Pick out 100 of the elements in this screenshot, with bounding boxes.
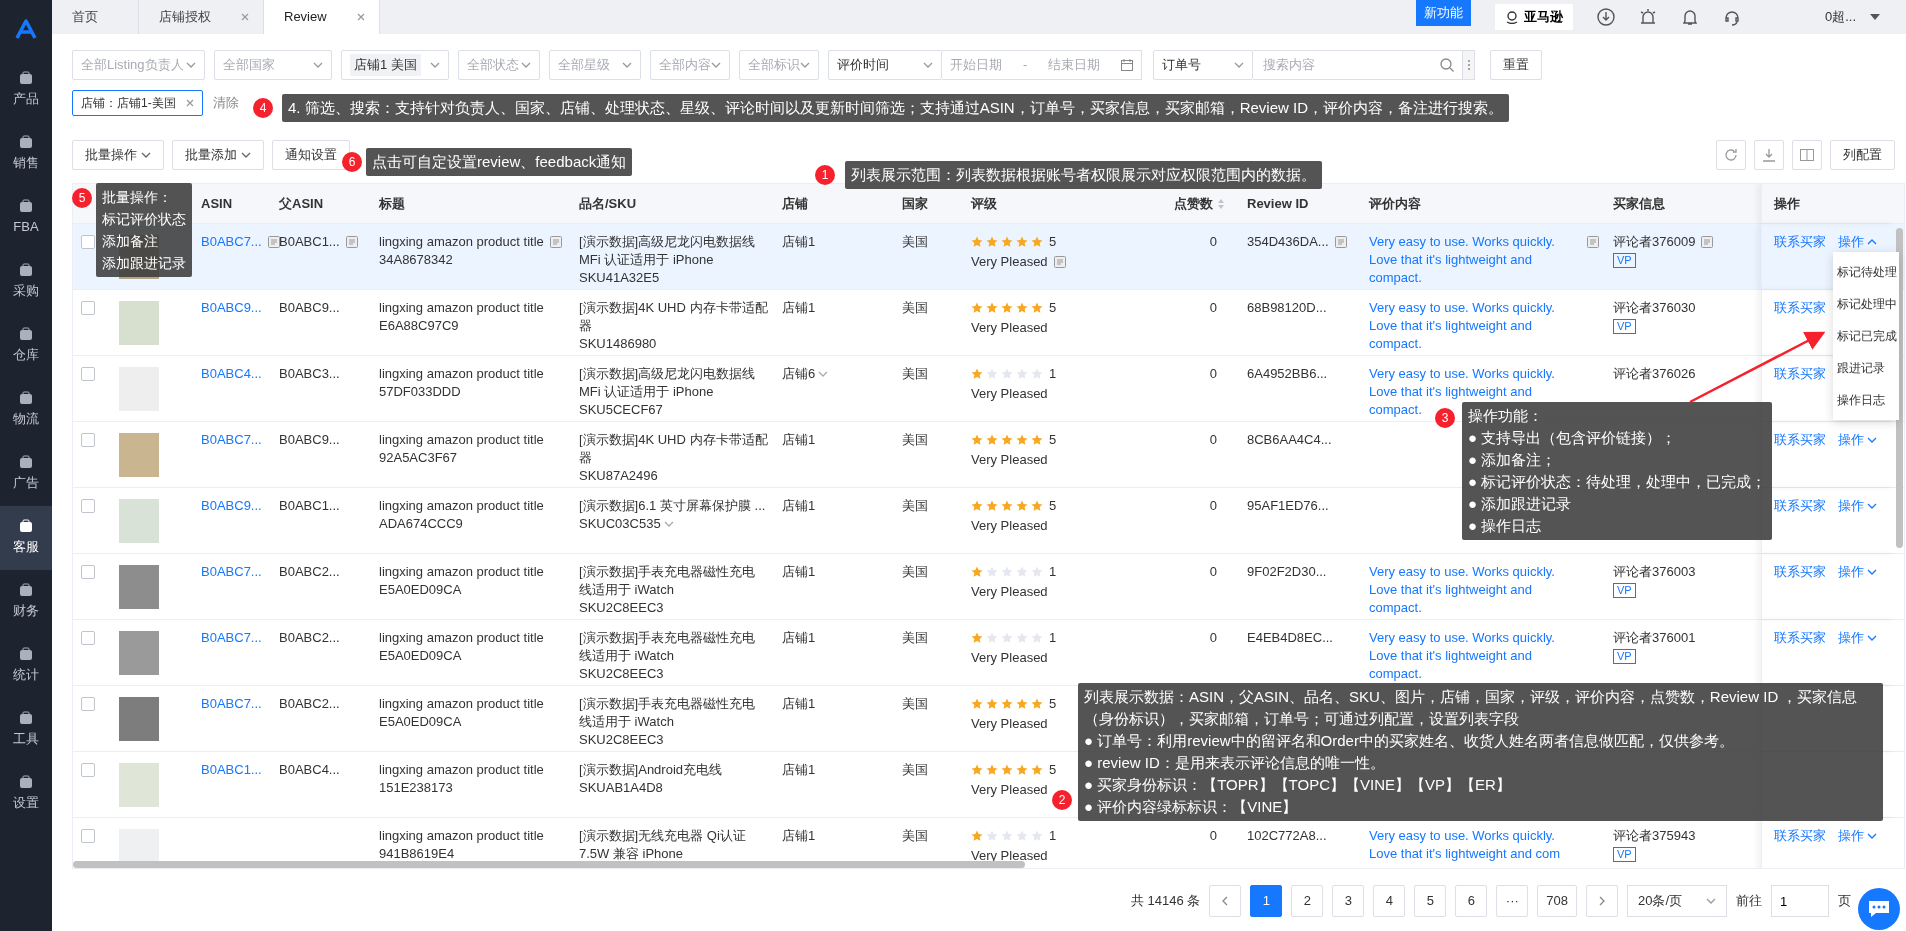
caret-icon[interactable] bbox=[1870, 14, 1880, 20]
book-button[interactable] bbox=[1792, 140, 1822, 170]
row-checkbox[interactable] bbox=[81, 763, 95, 777]
filter-select[interactable]: 全部状态 bbox=[458, 50, 540, 80]
search-field[interactable]: 搜索内容 bbox=[1253, 50, 1463, 80]
sidebar-item[interactable]: 财务 bbox=[0, 570, 52, 634]
contact-buyer-link[interactable]: 联系买家 bbox=[1774, 629, 1826, 647]
sidebar-item[interactable]: FBA bbox=[0, 186, 52, 250]
asin-link[interactable]: B0ABC7... bbox=[201, 233, 262, 251]
sidebar-item[interactable]: 工具 bbox=[0, 698, 52, 762]
asin-link[interactable]: B0ABC1... bbox=[201, 761, 262, 779]
contact-buyer-link[interactable]: 联系买家 bbox=[1774, 233, 1826, 251]
sidebar-item[interactable]: 采购 bbox=[0, 250, 52, 314]
store-button[interactable]: 亚马逊 bbox=[1494, 4, 1573, 30]
date-type-select[interactable]: 评价时间 bbox=[828, 50, 942, 80]
menu-item[interactable]: 跟进记录 bbox=[1833, 352, 1899, 384]
close-icon[interactable] bbox=[356, 13, 365, 21]
review-text[interactable]: Very easy to use. Works quickly. Love that it's lightweight and compact. bbox=[1369, 233, 1581, 287]
page-button[interactable]: 6 bbox=[1455, 885, 1488, 917]
previous-page-button[interactable] bbox=[1209, 885, 1242, 917]
asin-link[interactable]: B0ABC7... bbox=[201, 431, 262, 449]
horizontal-scrollbar[interactable] bbox=[73, 861, 1025, 868]
sidebar-item[interactable]: 客服 bbox=[0, 506, 52, 570]
row-checkbox[interactable] bbox=[81, 631, 95, 645]
contact-buyer-link[interactable]: 联系买家 bbox=[1774, 827, 1826, 845]
row-checkbox[interactable] bbox=[81, 829, 95, 843]
menu-item[interactable]: 标记已完成 bbox=[1833, 320, 1899, 352]
actions-dropdown[interactable]: 操作 bbox=[1838, 233, 1877, 251]
close-icon[interactable] bbox=[241, 13, 249, 21]
page-button[interactable]: 3 bbox=[1332, 885, 1365, 917]
search-icon[interactable] bbox=[1440, 58, 1454, 72]
sidebar-item[interactable]: 统计 bbox=[0, 634, 52, 698]
next-page-button[interactable] bbox=[1586, 885, 1618, 917]
sidebar-item[interactable]: 产品 bbox=[0, 58, 52, 122]
alarm-light-icon[interactable] bbox=[1638, 8, 1657, 26]
more-handle[interactable] bbox=[1463, 50, 1475, 80]
actions-dropdown[interactable]: 操作 bbox=[1838, 827, 1877, 845]
contact-buyer-link[interactable]: 联系买家 bbox=[1774, 431, 1826, 449]
asin-link[interactable]: B0ABC9... bbox=[201, 299, 262, 317]
filter-chip[interactable]: 店铺：店铺1-美国 bbox=[72, 90, 203, 116]
close-icon[interactable] bbox=[185, 99, 194, 107]
sidebar-item[interactable]: 仓库 bbox=[0, 314, 52, 378]
reset-button[interactable]: 重置 bbox=[1490, 50, 1542, 80]
row-checkbox[interactable] bbox=[81, 235, 95, 249]
review-text[interactable]: Very easy to use. Works quickly. Love that it's lightweight and compact. bbox=[1369, 629, 1584, 683]
asin-link[interactable]: B0ABC7... bbox=[201, 629, 262, 647]
actions-dropdown[interactable]: 操作 bbox=[1838, 629, 1877, 647]
filter-select[interactable]: 全部国家 bbox=[214, 50, 332, 80]
row-checkbox[interactable] bbox=[81, 697, 95, 711]
review-text[interactable]: Very easy to use. Works quickly. Love that it's lightweight and compact. bbox=[1369, 299, 1584, 353]
sidebar-item[interactable]: 销售 bbox=[0, 122, 52, 186]
page-button[interactable]: ··· bbox=[1496, 885, 1529, 917]
column-settings-button[interactable]: 列配置 bbox=[1830, 140, 1895, 170]
chat-button[interactable] bbox=[1858, 888, 1900, 930]
user-name[interactable]: 0超... bbox=[1824, 7, 1856, 27]
bell-icon[interactable] bbox=[1680, 8, 1699, 26]
new-feature-badge[interactable]: 新功能 bbox=[1415, 0, 1471, 26]
filter-select[interactable]: 全部星级 bbox=[549, 50, 641, 80]
headset-icon[interactable] bbox=[1722, 8, 1741, 26]
menu-item[interactable]: 标记处理中 bbox=[1833, 288, 1899, 320]
toolbar-button[interactable]: 批量操作 bbox=[72, 140, 164, 170]
filter-select[interactable]: 全部Listing负责人 bbox=[72, 50, 205, 80]
row-checkbox[interactable] bbox=[81, 301, 95, 315]
sidebar-item[interactable]: 物流 bbox=[0, 378, 52, 442]
row-checkbox[interactable] bbox=[81, 367, 95, 381]
toolbar-button[interactable]: 批量添加 bbox=[172, 140, 264, 170]
asin-link[interactable]: B0ABC4... bbox=[201, 365, 262, 383]
sidebar-item[interactable]: 设置 bbox=[0, 762, 52, 826]
asin-link[interactable]: B0ABC7... bbox=[201, 563, 262, 581]
contact-buyer-link[interactable]: 联系买家 bbox=[1774, 497, 1826, 515]
page-button[interactable]: 2 bbox=[1291, 885, 1324, 917]
filter-select[interactable]: 店铺1 美国 bbox=[341, 50, 449, 80]
contact-buyer-link[interactable]: 联系买家 bbox=[1774, 299, 1826, 317]
page-button[interactable]: 4 bbox=[1373, 885, 1406, 917]
page-button[interactable]: 5 bbox=[1414, 885, 1447, 917]
page-button[interactable]: 1 bbox=[1250, 885, 1283, 917]
asin-link[interactable]: B0ABC7... bbox=[201, 695, 262, 713]
page-size-select[interactable]: 20条/页 bbox=[1627, 885, 1727, 917]
refresh-button[interactable] bbox=[1716, 140, 1746, 170]
asin-link[interactable]: B0ABC9... bbox=[201, 497, 262, 515]
row-checkbox[interactable] bbox=[81, 433, 95, 447]
review-text[interactable]: Very easy to use. Works quickly. Love that it's lightweight and compact. bbox=[1369, 563, 1584, 617]
export-button[interactable] bbox=[1754, 140, 1784, 170]
page-button[interactable]: 708 bbox=[1537, 885, 1577, 917]
menu-item[interactable]: 标记待处理 bbox=[1833, 256, 1899, 288]
page-number-field[interactable]: 1 bbox=[1771, 885, 1829, 917]
row-checkbox[interactable] bbox=[81, 565, 95, 579]
tab[interactable]: Review bbox=[264, 0, 380, 34]
review-text[interactable]: Very easy to use. Works quickly. Love that it's lightweight and com bbox=[1369, 827, 1584, 863]
download-icon[interactable] bbox=[1596, 8, 1615, 26]
search-type-select[interactable]: 订单号 bbox=[1153, 50, 1253, 80]
sort-icon[interactable] bbox=[1217, 197, 1225, 210]
toolbar-button[interactable]: 通知设置 bbox=[272, 140, 350, 170]
sidebar-item[interactable]: 广告 bbox=[0, 442, 52, 506]
filter-select[interactable]: 全部内容 bbox=[650, 50, 730, 80]
menu-item[interactable]: 操作日志 bbox=[1833, 384, 1899, 416]
contact-buyer-link[interactable]: 联系买家 bbox=[1774, 365, 1826, 383]
start-date-field[interactable]: 开始日期 bbox=[950, 55, 1002, 75]
row-checkbox[interactable] bbox=[81, 499, 95, 513]
actions-dropdown[interactable]: 操作 bbox=[1838, 563, 1877, 581]
